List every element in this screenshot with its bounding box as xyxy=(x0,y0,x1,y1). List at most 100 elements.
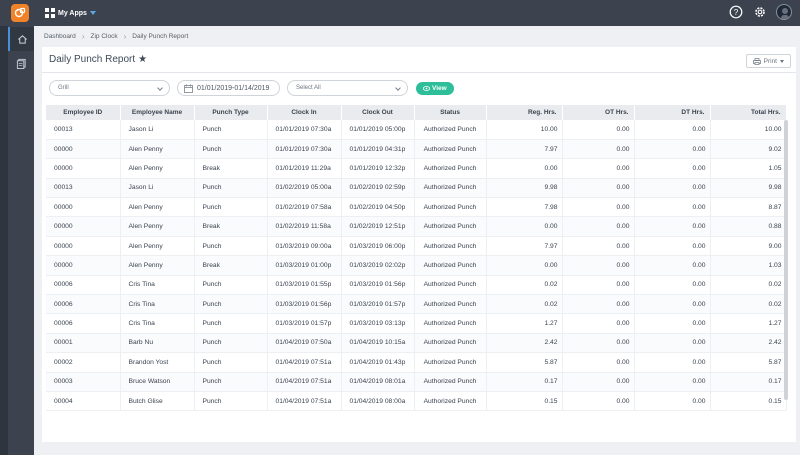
cell-status: Authorized Punch xyxy=(414,372,487,392)
col-employee-name[interactable]: Employee Name xyxy=(120,105,195,120)
col-dt-hrs[interactable]: DT Hrs. xyxy=(634,105,711,120)
cell-status: Authorized Punch xyxy=(414,139,487,160)
print-button[interactable]: Print xyxy=(745,54,791,68)
cell-punch-type: Punch xyxy=(194,333,268,354)
cell-clock-out: 01/01/2019 04:31p xyxy=(341,139,415,160)
col-clock-in[interactable]: Clock In xyxy=(267,105,342,120)
cell-status: Authorized Punch xyxy=(414,294,487,315)
location-select[interactable]: Grill xyxy=(49,80,170,96)
gear-icon[interactable] xyxy=(752,4,768,20)
cell-punch-type: Punch xyxy=(194,294,268,315)
cell-employee-id: 00000 xyxy=(46,158,121,179)
cell-employee-name: Barb Nu xyxy=(120,333,195,354)
cell-ot-hrs: 0.00 xyxy=(562,197,635,218)
col-employee-id[interactable]: Employee ID xyxy=(46,105,121,120)
cell-employee-id: 00013 xyxy=(46,120,121,140)
cell-employee-name: Alen Penny xyxy=(120,197,195,218)
cell-employee-id: 00000 xyxy=(46,255,121,276)
breadcrumb-zip-clock[interactable]: Zip Clock xyxy=(90,33,117,40)
view-button[interactable]: View xyxy=(416,81,454,95)
table-row[interactable]: 00004 Butch Glise Punch 01/04/2019 07:51a 01… xyxy=(46,391,787,412)
table-row[interactable]: 00000 Alen Penny Punch 01/01/2019 07:30a 01/… xyxy=(46,139,787,160)
punch-table-container: Employee ID Employee Name Punch Type Clo… xyxy=(46,105,790,435)
cell-status: Authorized Punch xyxy=(414,352,487,373)
cell-total-hrs: 0.88 xyxy=(710,216,787,237)
cell-employee-id: 00006 xyxy=(46,275,121,296)
my-apps-menu[interactable]: My Apps xyxy=(45,7,96,19)
cell-employee-id: 00000 xyxy=(46,216,121,237)
breadcrumb-dashboard[interactable]: Dashboard xyxy=(44,33,76,40)
table-row[interactable]: 00006 Cris Tina Punch 01/03/2019 01:55p 01/0… xyxy=(46,275,787,296)
table-row[interactable]: 00000 Alen Penny Break 01/01/2019 11:29a 01/… xyxy=(46,158,787,179)
cell-punch-type: Break xyxy=(194,255,268,276)
table-row[interactable]: 00000 Alen Penny Break 01/02/2019 11:58a 01/… xyxy=(46,216,787,237)
cell-reg-hrs: 0.02 xyxy=(486,275,563,296)
col-reg-hrs[interactable]: Reg. Hrs. xyxy=(486,105,563,120)
cell-clock-in: 01/04/2019 07:51a xyxy=(267,352,342,373)
table-row[interactable]: 00001 Barb Nu Punch 01/04/2019 07:50a 01/04/… xyxy=(46,333,787,354)
cell-clock-in: 01/01/2019 11:29a xyxy=(267,158,342,179)
cell-clock-out: 01/02/2019 02:59p xyxy=(341,178,415,199)
star-icon[interactable]: ★ xyxy=(138,54,147,65)
cell-dt-hrs: 0.00 xyxy=(634,139,711,160)
app-logo-icon[interactable] xyxy=(11,4,29,22)
cell-punch-type: Break xyxy=(194,216,268,237)
cell-reg-hrs: 0.00 xyxy=(486,158,563,179)
printer-icon xyxy=(752,57,761,65)
cell-clock-in: 01/01/2019 07:30a xyxy=(267,139,342,160)
sidebar-item-reports[interactable] xyxy=(8,51,34,75)
avatar[interactable] xyxy=(776,4,792,20)
table-row[interactable]: 00000 Alen Penny Punch 01/02/2019 07:58a 01/… xyxy=(46,197,787,218)
cell-reg-hrs: 10.00 xyxy=(486,120,563,140)
breadcrumb: Dashboard › Zip Clock › Daily Punch Repo… xyxy=(44,29,188,43)
cell-employee-id: 00004 xyxy=(46,391,121,412)
cell-reg-hrs: 7.97 xyxy=(486,236,563,257)
table-row[interactable]: 00000 Alen Penny Break 01/03/2019 01:00p 01/… xyxy=(46,255,787,276)
cell-clock-in: 01/03/2019 09:00a xyxy=(267,236,342,257)
table-row[interactable]: 00006 Cris Tina Punch 01/03/2019 01:56p 01/0… xyxy=(46,294,787,315)
col-status[interactable]: Status xyxy=(414,105,487,120)
cell-status: Authorized Punch xyxy=(414,333,487,354)
cell-reg-hrs: 7.98 xyxy=(486,197,563,218)
cell-dt-hrs: 0.00 xyxy=(634,313,711,334)
cell-ot-hrs: 0.00 xyxy=(562,333,635,354)
cell-clock-out: 01/03/2019 06:00p xyxy=(341,236,415,257)
col-ot-hrs[interactable]: OT Hrs. xyxy=(562,105,635,120)
employee-select[interactable]: Select All xyxy=(287,80,408,96)
table-row[interactable]: 00003 Bruce Watson Punch 01/04/2019 07:51a 0… xyxy=(46,372,787,392)
calendar-icon xyxy=(184,84,193,93)
col-total-hrs[interactable]: Total Hrs. xyxy=(710,105,787,120)
help-icon[interactable]: ? xyxy=(728,4,744,20)
cell-employee-name: Cris Tina xyxy=(120,313,195,334)
cell-ot-hrs: 0.00 xyxy=(562,255,635,276)
table-row[interactable]: 00013 Jason Li Punch 01/02/2019 05:00a 01/02… xyxy=(46,178,787,199)
table-row[interactable]: 00000 Alen Penny Punch 01/03/2019 09:00a 01/… xyxy=(46,236,787,257)
table-row[interactable]: 00013 Jason Li Punch 01/01/2019 07:30a 01/01… xyxy=(46,120,787,140)
cell-punch-type: Punch xyxy=(194,197,268,218)
sidebar-edge xyxy=(0,26,8,455)
report-card: Daily Punch Report ★ Print Grill 01/01/2… xyxy=(42,47,796,442)
home-icon xyxy=(17,34,27,44)
cell-total-hrs: 5.87 xyxy=(710,352,787,373)
view-label: View xyxy=(432,84,447,92)
cell-punch-type: Punch xyxy=(194,139,268,160)
cell-reg-hrs: 1.27 xyxy=(486,313,563,334)
cell-dt-hrs: 0.00 xyxy=(634,236,711,257)
col-clock-out[interactable]: Clock Out xyxy=(341,105,415,120)
cell-status: Authorized Punch xyxy=(414,216,487,237)
cell-employee-name: Alen Penny xyxy=(120,216,195,237)
table-row[interactable]: 00006 Cris Tina Punch 01/03/2019 01:57p 01/0… xyxy=(46,313,787,334)
table-scrollbar[interactable] xyxy=(784,120,788,400)
date-range-field[interactable]: 01/01/2019-01/14/2019 xyxy=(177,80,280,96)
cell-status: Authorized Punch xyxy=(414,197,487,218)
cell-employee-name: Alen Penny xyxy=(120,255,195,276)
table-row[interactable]: 00002 Brandon Yost Punch 01/04/2019 07:51a 0… xyxy=(46,352,787,373)
sidebar-item-home[interactable] xyxy=(8,27,34,51)
cell-total-hrs: 9.98 xyxy=(710,178,787,199)
employee-select-value: Select All xyxy=(296,85,321,91)
cell-reg-hrs: 5.87 xyxy=(486,352,563,373)
cell-punch-type: Punch xyxy=(194,313,268,334)
col-punch-type[interactable]: Punch Type xyxy=(194,105,268,120)
cell-punch-type: Punch xyxy=(194,391,268,412)
cell-employee-name: Bruce Watson xyxy=(120,372,195,392)
